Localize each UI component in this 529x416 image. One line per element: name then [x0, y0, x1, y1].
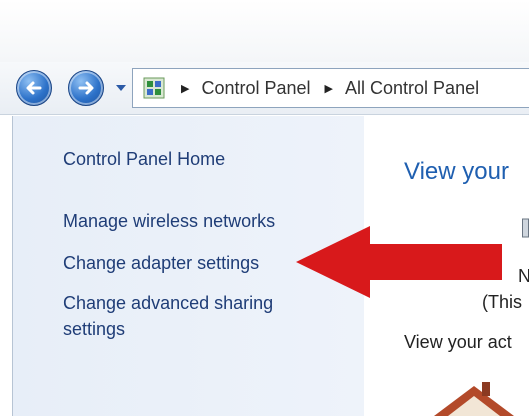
page-title: View your: [404, 158, 509, 185]
view-active-networks-text: View your act: [404, 332, 512, 352]
back-arrow-icon: [26, 81, 42, 95]
network-name-fragment: N: [518, 266, 529, 286]
network-map-icon: [522, 218, 529, 238]
dropdown-arrow-icon[interactable]: [115, 84, 127, 92]
navigation-bar: ▶ Control Panel ▶ All Control Panel: [0, 62, 529, 115]
control-panel-icon: [143, 77, 165, 99]
breadcrumb-all-control-panel[interactable]: All Control Panel: [345, 78, 479, 99]
change-advanced-sharing-settings-link[interactable]: Change advanced sharing settings: [63, 290, 323, 342]
address-bar[interactable]: ▶ Control Panel ▶ All Control Panel: [132, 68, 529, 108]
change-adapter-settings-link[interactable]: Change adapter settings: [63, 250, 259, 276]
forward-arrow-icon: [78, 81, 94, 95]
control-panel-home-link[interactable]: Control Panel Home: [63, 146, 225, 172]
forward-button[interactable]: [68, 70, 104, 106]
back-button[interactable]: [16, 70, 52, 106]
breadcrumb-separator-icon[interactable]: ▶: [325, 82, 333, 95]
house-icon: [434, 382, 514, 416]
breadcrumb-separator-icon[interactable]: ▶: [181, 82, 189, 95]
breadcrumb-control-panel[interactable]: Control Panel: [201, 78, 310, 99]
window-title-bar: [0, 0, 529, 62]
manage-wireless-networks-link[interactable]: Manage wireless networks: [63, 208, 275, 234]
red-pointer-arrow: [296, 226, 502, 298]
